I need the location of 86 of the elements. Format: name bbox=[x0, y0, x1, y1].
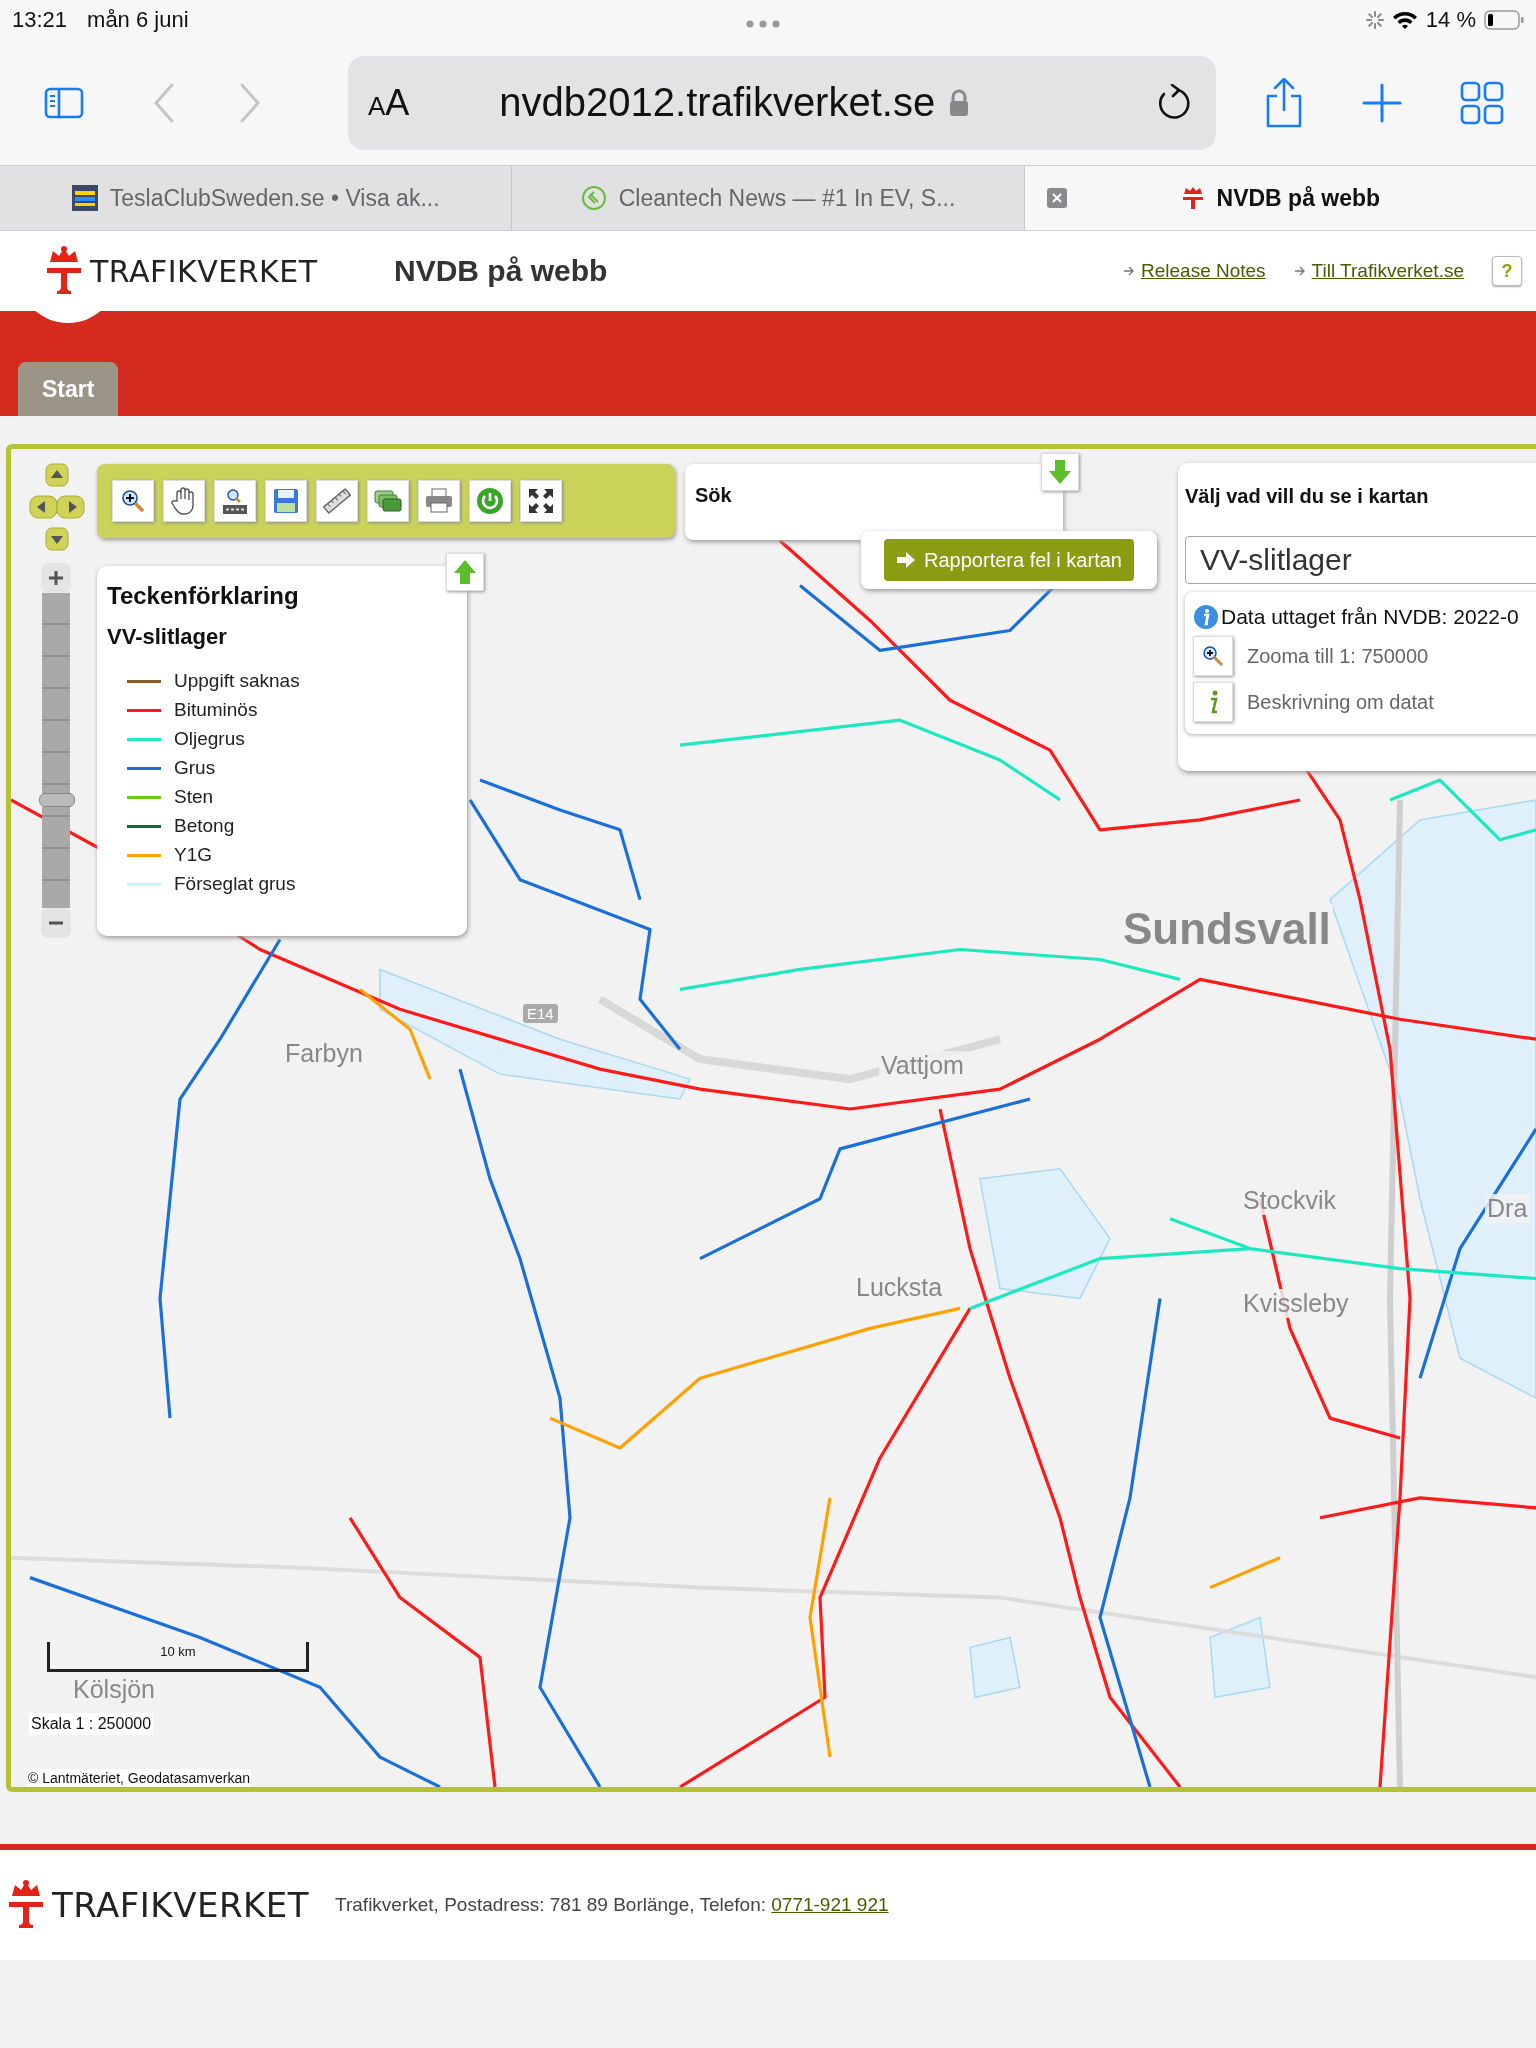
zoom-in-icon bbox=[121, 489, 145, 513]
sidebar-icon[interactable] bbox=[44, 86, 84, 119]
print-button[interactable] bbox=[418, 480, 460, 522]
right-arrow-icon bbox=[896, 551, 917, 569]
browser-tab[interactable]: TeslaClubSweden.se • Visa ak... bbox=[0, 166, 513, 230]
browser-tab[interactable]: NVDB på webb bbox=[1024, 166, 1536, 230]
legend-label: Y1G bbox=[174, 844, 213, 866]
lock-icon bbox=[949, 88, 970, 117]
zoom-actual-button[interactable] bbox=[214, 480, 256, 522]
arrow-icon bbox=[1123, 266, 1135, 276]
copyright-text: © Lantmäteriet, Geodatasamverkan bbox=[27, 1769, 251, 1787]
text-size-button[interactable]: AA bbox=[368, 81, 410, 124]
power-icon bbox=[476, 487, 504, 515]
down-arrow-icon bbox=[1048, 459, 1072, 485]
legend-label: Betong bbox=[174, 815, 235, 837]
description-button[interactable] bbox=[1193, 682, 1233, 722]
status-date: mån 6 juni bbox=[87, 7, 189, 33]
magnifier-scale-icon bbox=[221, 487, 249, 515]
legend-label: Oljegrus bbox=[174, 728, 245, 750]
site-title: NVDB på webb bbox=[394, 254, 608, 288]
crown-logo-icon bbox=[6, 1880, 46, 1930]
battery-percent: 14 % bbox=[1425, 7, 1476, 33]
layers-icon bbox=[374, 489, 402, 513]
legend-label: Förseglat grus bbox=[174, 873, 296, 895]
up-arrow-icon bbox=[453, 559, 477, 585]
phone-link[interactable]: 0771-921 921 bbox=[771, 1894, 889, 1915]
header-link[interactable]: Release Notes bbox=[1141, 260, 1266, 282]
scale-text: Skala 1 : 250000 bbox=[29, 1713, 154, 1735]
search-title: Sök bbox=[695, 484, 732, 506]
zoom-slider-handle[interactable] bbox=[39, 793, 75, 808]
status-time: 13:21 bbox=[12, 7, 68, 33]
arrow-icon bbox=[1293, 266, 1306, 276]
more-dots-icon bbox=[746, 20, 780, 28]
crown-logo-icon bbox=[1180, 185, 1205, 211]
collapse-search-button[interactable] bbox=[1041, 453, 1079, 491]
layer-panel-title: Välj vad vill du se i kartan bbox=[1185, 485, 1429, 507]
logo-wordmark: TRAFIKVERKET bbox=[90, 253, 318, 289]
place-label: Dra bbox=[1485, 1194, 1530, 1223]
power-button[interactable] bbox=[469, 480, 511, 522]
layer-select[interactable]: VV-slitlager bbox=[1185, 536, 1536, 584]
legend-label: Uppgift saknas bbox=[174, 670, 300, 692]
hand-icon bbox=[171, 487, 197, 515]
zoom-in-icon bbox=[1202, 645, 1224, 667]
zoom-to-scale-button[interactable] bbox=[1193, 636, 1233, 676]
lake bbox=[969, 1636, 1021, 1699]
footer-address: Trafikverket, Postadress: 781 89 Borlänge, Telefon: 0771-921 921 bbox=[335, 1894, 889, 1916]
legend-title: Teckenförklaring bbox=[107, 582, 300, 610]
close-icon[interactable] bbox=[1046, 188, 1067, 208]
save-button[interactable] bbox=[265, 480, 307, 522]
ruler-button[interactable] bbox=[316, 480, 358, 522]
scale-bar: 10 km bbox=[47, 1642, 309, 1672]
striped-favicon-icon bbox=[71, 185, 98, 211]
header-link[interactable]: Till Trafikverket.se bbox=[1311, 260, 1464, 282]
fullscreen-button[interactable] bbox=[520, 480, 562, 522]
wifi-icon bbox=[1391, 10, 1418, 30]
share-icon[interactable] bbox=[1264, 77, 1304, 128]
battery-icon bbox=[1484, 10, 1524, 30]
reload-icon[interactable] bbox=[1156, 83, 1192, 122]
print-icon bbox=[425, 488, 453, 514]
legend-label: Sten bbox=[174, 786, 214, 808]
action-link[interactable]: Zooma till 1: 750000 bbox=[1247, 644, 1429, 668]
legend-subtitle: VV-slitlager bbox=[107, 624, 228, 650]
url-text: nvdb2012.trafikverket.se bbox=[499, 80, 936, 125]
zoom-in-button[interactable] bbox=[112, 480, 154, 522]
collapse-legend-button[interactable] bbox=[446, 553, 484, 591]
save-icon bbox=[273, 488, 299, 514]
road-number-badge: E14 bbox=[523, 1004, 558, 1023]
place-label: Vattjom bbox=[879, 1051, 966, 1080]
info-icon bbox=[1193, 604, 1219, 630]
plus-icon[interactable] bbox=[1362, 82, 1402, 123]
crown-logo-icon bbox=[44, 246, 84, 296]
fullscreen-icon bbox=[528, 488, 554, 514]
browser-tab[interactable]: Cleantech News — #1 In EV, S... bbox=[512, 166, 1025, 230]
data-date-text: Data uttaget från NVDB: 2022-0 bbox=[1221, 605, 1519, 629]
zoom-out-icon[interactable] bbox=[41, 908, 71, 938]
hand-button[interactable] bbox=[163, 480, 205, 522]
legend-label: Bituminös bbox=[174, 699, 258, 721]
layers-button[interactable] bbox=[367, 480, 409, 522]
pan-control[interactable] bbox=[29, 463, 85, 551]
tabs-grid-icon[interactable] bbox=[1460, 80, 1504, 125]
address-bar[interactable]: AA nvdb2012.trafikverket.se bbox=[348, 55, 1216, 150]
logo-wordmark: TRAFIKVERKET bbox=[52, 1885, 310, 1925]
zoom-in-icon[interactable] bbox=[41, 563, 71, 593]
activity-spinner-icon bbox=[1365, 11, 1384, 29]
action-link[interactable]: Beskrivning om datat bbox=[1247, 690, 1434, 714]
legend-label: Grus bbox=[174, 757, 216, 779]
